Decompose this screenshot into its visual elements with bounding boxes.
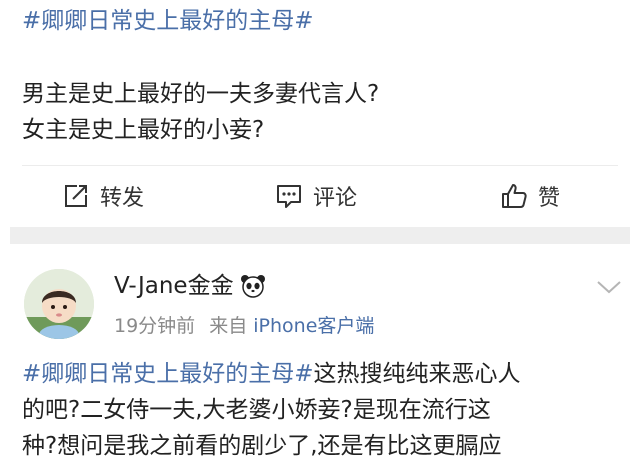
like-label: 赞 — [538, 186, 561, 211]
forward-button[interactable]: 转发 — [62, 172, 144, 220]
post2-text: 这热搜纯纯来恶心人 — [313, 361, 521, 387]
post1-body: 男主是史上最好的一夫多妻代言人? 女主是史上最好的小妾? — [22, 76, 379, 148]
comment-label: 评论 — [313, 186, 358, 211]
divider — [22, 165, 618, 166]
post1-line: 女主是史上最好的小妾? — [22, 117, 265, 143]
post1-hashtag[interactable]: #卿卿日常史上最好的主母# — [22, 4, 314, 38]
username[interactable]: V-Jane金金 — [114, 269, 266, 303]
comment-icon — [275, 182, 303, 210]
panda-icon — [240, 273, 266, 299]
thumbs-up-icon — [500, 182, 528, 210]
post-meta: 19分钟前 来自 iPhone客户端 — [114, 312, 374, 340]
source-app-link[interactable]: iPhone客户端 — [253, 315, 374, 337]
like-button[interactable]: 赞 — [500, 172, 560, 220]
post2-line: #卿卿日常史上最好的主母#这热搜纯纯来恶心人 — [22, 356, 622, 392]
comment-button[interactable]: 评论 — [275, 172, 357, 220]
post-time: 19分钟前 — [114, 315, 196, 337]
chevron-down-icon[interactable] — [594, 276, 624, 298]
post2-body: #卿卿日常史上最好的主母#这热搜纯纯来恶心人 的吧?二女侍一夫,大老婆小娇妾?是… — [22, 356, 622, 463]
avatar[interactable] — [24, 269, 94, 339]
post2-line: 的吧?二女侍一夫,大老婆小娇妾?是现在流行这 — [22, 397, 491, 423]
source-prefix: 来自 — [209, 315, 248, 337]
post-separator — [10, 227, 630, 244]
share-edit-icon — [62, 182, 90, 210]
post2-hashtag[interactable]: #卿卿日常史上最好的主母# — [22, 361, 314, 387]
post1-action-bar: 转发 评论 赞 — [0, 172, 640, 220]
username-text: V-Jane金金 — [114, 273, 234, 299]
forward-label: 转发 — [100, 186, 145, 211]
weibo-feed: #卿卿日常史上最好的主母# 男主是史上最好的一夫多妻代言人? 女主是史上最好的小… — [0, 0, 640, 463]
post2-line: 种?想问是我之前看的剧少了,还是有比这更膈应 — [22, 433, 502, 459]
post1-line: 男主是史上最好的一夫多妻代言人? — [22, 81, 380, 107]
